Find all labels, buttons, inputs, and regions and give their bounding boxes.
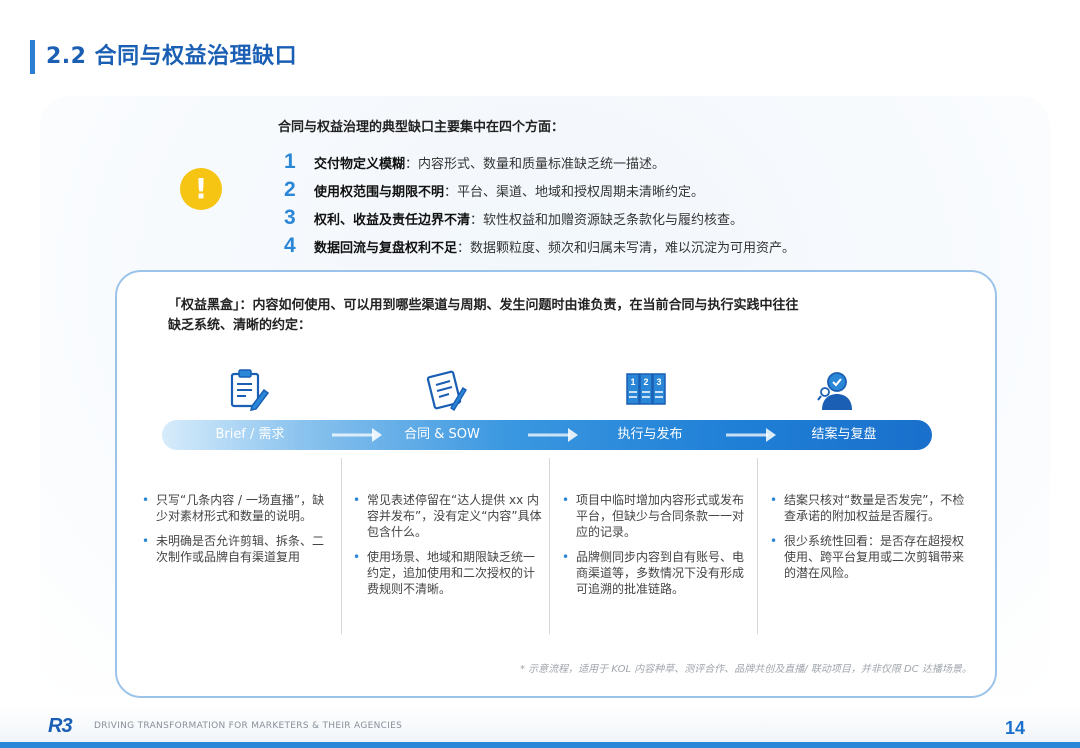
gap-point: 1 交付物定义模糊：内容形式、数量和质量标准缺乏统一描述。 bbox=[284, 148, 904, 176]
list-item: 结案只核对“数量是否发完”，不检查承诺的附加权益是否履行。 bbox=[770, 492, 970, 524]
page-title: 2.2 合同与权益治理缺口 bbox=[46, 44, 298, 69]
footer-tagline: DRIVING TRANSFORMATION FOR MARKETERS & T… bbox=[94, 721, 403, 731]
stage-label-brief: Brief / 需求 bbox=[215, 427, 285, 442]
title-accent-bar bbox=[30, 40, 35, 74]
list-item: 品牌侧同步内容到自有账号、电商渠道等，多数情况下没有形成可追溯的批准链路。 bbox=[562, 549, 752, 597]
point-detail: ：平台、渠道、地域和授权周期未清晰约定。 bbox=[444, 184, 705, 200]
list-item: 使用场景、地域和期限缺乏统一约定，追加使用和二次授权的计费规则不清晰。 bbox=[353, 549, 543, 597]
exclamation-icon: ! bbox=[180, 168, 222, 210]
brand-logo: R3 bbox=[48, 714, 73, 737]
list-item: 常见表述停留在“达人提供 xx 内容并发布”，没有定义“内容”具体包含什么。 bbox=[353, 492, 543, 540]
gap-point: 4 数据回流与复盘权利不足：数据颗粒度、频次和归属未写清，难以沉淀为可用资产。 bbox=[284, 232, 904, 260]
column-divider bbox=[549, 458, 550, 634]
gap-point: 2 使用权范围与期限不明：平台、渠道、地域和授权周期未清晰约定。 bbox=[284, 176, 904, 204]
column-divider bbox=[757, 458, 758, 634]
clipboard-pen-icon bbox=[230, 369, 270, 411]
page-number: 14 bbox=[1005, 718, 1026, 738]
flow-arrow-icon bbox=[528, 428, 578, 442]
stage-column-brief: 只写“几条内容 / 一场直播”，缺少对素材形式和数量的说明。 未明确是否允许剪辑… bbox=[142, 492, 332, 574]
svg-text:2: 2 bbox=[643, 377, 648, 387]
point-number: 3 bbox=[284, 206, 296, 229]
point-detail: ：内容形式、数量和质量标准缺乏统一描述。 bbox=[405, 156, 666, 172]
intro-text: 合同与权益治理的典型缺口主要集中在四个方面： bbox=[278, 120, 565, 135]
stage-label-closing: 结案与复盘 bbox=[811, 427, 877, 442]
point-detail: ：数据颗粒度、频次和归属未写清，难以沉淀为可用资产。 bbox=[457, 240, 796, 256]
gap-points-list: 1 交付物定义模糊：内容形式、数量和质量标准缺乏统一描述。 2 使用权范围与期限… bbox=[284, 148, 904, 260]
numbered-steps-icon: 1 2 3 bbox=[626, 373, 666, 405]
point-heading: 权利、收益及责任边界不清 bbox=[314, 212, 471, 228]
gap-point: 3 权利、收益及责任边界不清：软性权益和加赠资源缺乏条款化与履约核查。 bbox=[284, 204, 904, 232]
point-number: 4 bbox=[284, 234, 296, 257]
stage-label-execution: 执行与发布 bbox=[617, 427, 683, 442]
process-flow-bar: Brief / 需求 合同 & SOW 执行与发布 结案与复盘 bbox=[162, 420, 932, 450]
point-heading: 数据回流与复盘权利不足 bbox=[314, 240, 458, 256]
contract-sign-icon bbox=[426, 370, 467, 412]
stage-column-contract: 常见表述停留在“达人提供 xx 内容并发布”，没有定义“内容”具体包含什么。 使… bbox=[353, 492, 543, 606]
list-item: 只写“几条内容 / 一场直播”，缺少对素材形式和数量的说明。 bbox=[142, 492, 332, 524]
review-person-icon bbox=[817, 372, 852, 410]
svg-text:1: 1 bbox=[630, 377, 635, 387]
stage-column-execution: 项目中临时增加内容形式或发布平台，但缺少与合同条款一一对应的记录。 品牌侧同步内… bbox=[562, 492, 752, 606]
footnote: * 示意流程，适用于 KOL 内容种草、测评合作、品牌共创及直播/ 联动项目，并… bbox=[520, 664, 972, 675]
flow-arrow-icon bbox=[726, 428, 776, 442]
list-item: 项目中临时增加内容形式或发布平台，但缺少与合同条款一一对应的记录。 bbox=[562, 492, 752, 540]
point-detail: ：软性权益和加赠资源缺乏条款化与履约核查。 bbox=[470, 212, 744, 228]
list-item: 未明确是否允许剪辑、拆条、二次制作或品牌自有渠道复用 bbox=[142, 533, 332, 565]
list-item: 很少系统性回看：是否存在超授权使用、跨平台复用或二次剪辑带来的潜在风险。 bbox=[770, 533, 970, 581]
stage-label-contract: 合同 & SOW bbox=[404, 427, 480, 442]
stage-column-closing: 结案只核对“数量是否发完”，不检查承诺的附加权益是否履行。 很少系统性回看：是否… bbox=[770, 492, 970, 590]
point-heading: 交付物定义模糊 bbox=[314, 156, 406, 172]
card-heading: 「权益黑盒」：内容如何使用、可以用到哪些渠道与周期、发生问题时由谁负责，在当前合… bbox=[168, 298, 799, 333]
footer-accent-line bbox=[0, 742, 1080, 748]
svg-text:3: 3 bbox=[656, 377, 661, 387]
column-divider bbox=[341, 458, 342, 634]
point-number: 1 bbox=[284, 150, 296, 173]
point-number: 2 bbox=[284, 178, 296, 201]
point-heading: 使用权范围与期限不明 bbox=[314, 184, 445, 200]
